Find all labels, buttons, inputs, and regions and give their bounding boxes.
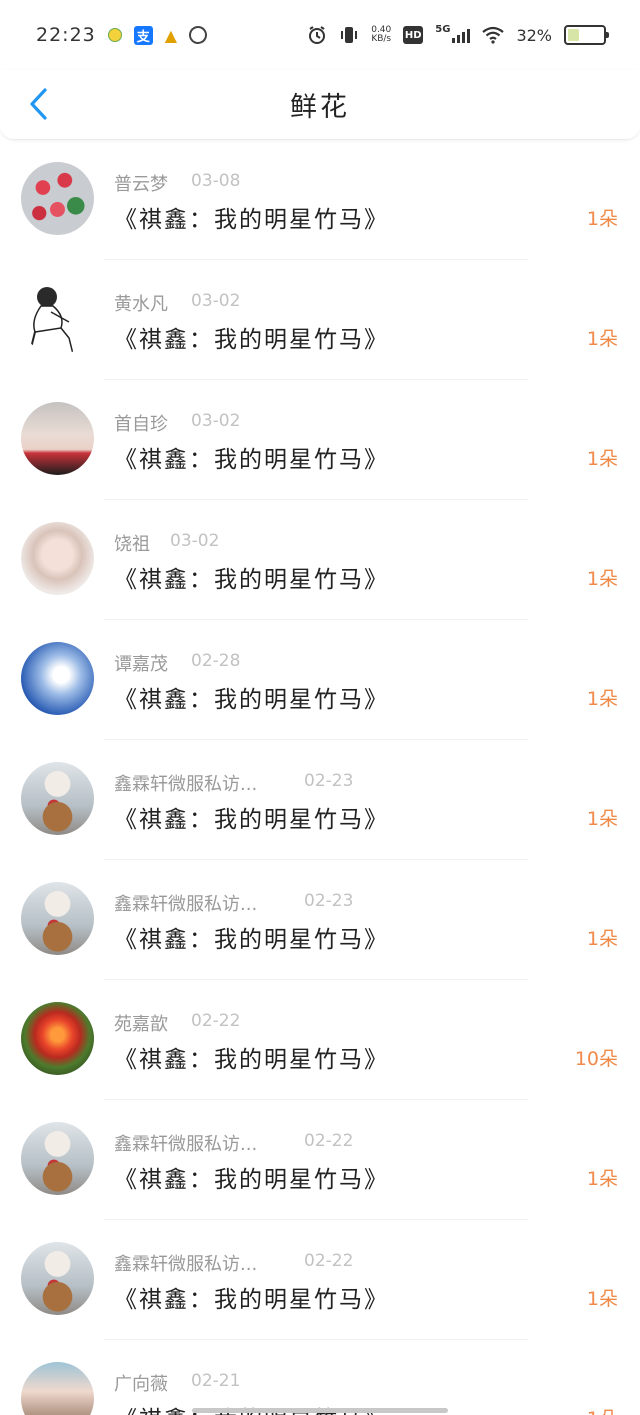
book-title: 《祺鑫：我的明星竹马》: [114, 1287, 389, 1313]
book-title: 《祺鑫：我的明星竹马》: [114, 327, 389, 353]
gift-row[interactable]: 鑫霖轩微服私访... 02-22 《祺鑫：我的明星竹马》 1朵: [0, 1100, 640, 1220]
sketch-avatar[interactable]: [21, 282, 94, 355]
wifi-icon: [482, 26, 505, 44]
battery-level: [568, 29, 579, 41]
gift-date: 03-02: [170, 531, 220, 551]
network-speed-unit: KB/s: [371, 34, 392, 44]
gift-date: 02-21: [191, 1371, 241, 1391]
gift-row[interactable]: 首自珍 03-02 《祺鑫：我的明星竹马》 1朵: [0, 380, 640, 500]
book-title: 《祺鑫：我的明星竹马》: [114, 1167, 389, 1193]
winter-girl-avatar[interactable]: [21, 762, 94, 835]
flower-count: 1朵: [586, 448, 618, 470]
status-bar: 22:23 支 ▲ 0.40 KB/s HD 5G 32%: [0, 0, 640, 70]
gift-row[interactable]: 鑫霖轩微服私访... 02-23 《祺鑫：我的明星竹马》 1朵: [0, 860, 640, 980]
winter-girl-avatar[interactable]: [21, 1242, 94, 1315]
page-title: 鲜花: [290, 92, 350, 123]
flower-count: 1朵: [586, 1168, 618, 1190]
gift-row[interactable]: 普云梦 03-08 《祺鑫：我的明星竹马》 1朵: [0, 140, 640, 260]
gift-date: 02-22: [191, 1011, 241, 1031]
flower-count: 10朵: [574, 1048, 618, 1070]
book-title: 《祺鑫：我的明星竹马》: [114, 207, 389, 233]
network-type: 5G: [435, 23, 451, 35]
warning-icon: ▲: [164, 25, 178, 45]
gift-date: 02-28: [191, 651, 241, 671]
app-notification-icon: [107, 28, 122, 42]
gift-date: 03-02: [191, 291, 241, 311]
giver-name: 广向薇: [114, 1374, 168, 1395]
giver-name: 首自珍: [114, 414, 168, 435]
flower-count: 1朵: [587, 1404, 618, 1415]
gift-date: 02-22: [304, 1131, 354, 1151]
winter-girl-avatar[interactable]: [21, 1122, 94, 1195]
signal-icon: [452, 27, 471, 43]
book-title: 《祺鑫：我的明星竹马》: [114, 687, 389, 713]
giver-name: 鑫霖轩微服私访...: [114, 1254, 258, 1275]
girl-avatar[interactable]: [21, 1362, 94, 1415]
book-title: 《祺鑫：我的明星竹马》: [114, 927, 389, 953]
hd-icon: HD: [403, 26, 424, 44]
gift-date: 02-23: [304, 771, 354, 791]
book-title: 《祺鑫：我的明星竹马》: [114, 447, 389, 473]
chevron-left-icon: [30, 88, 47, 120]
battery-icon: [564, 25, 609, 45]
giver-name: 黄水凡: [114, 294, 168, 315]
home-indicator[interactable]: [192, 1408, 448, 1413]
status-bar-left: 22:23 支 ▲: [36, 22, 211, 48]
winter-girl-avatar[interactable]: [21, 882, 94, 955]
flower-count: 1朵: [586, 208, 618, 230]
battery-percent: 32%: [516, 25, 552, 45]
network-speed: 0.40 KB/s: [371, 26, 391, 44]
giver-name: 谭嘉茂: [114, 654, 168, 675]
book-title: 《祺鑫：我的明星竹马》: [114, 1047, 389, 1073]
back-button[interactable]: [16, 82, 60, 126]
gift-row[interactable]: 鑫霖轩微服私访... 02-23 《祺鑫：我的明星竹马》 1朵: [0, 740, 640, 860]
flower-avatar[interactable]: [21, 1002, 94, 1075]
alarm-icon: [309, 26, 326, 44]
flower-count: 1朵: [586, 808, 618, 830]
gift-row[interactable]: 谭嘉茂 02-28 《祺鑫：我的明星竹马》 1朵: [0, 620, 640, 740]
flowers-screen: 22:23 支 ▲ 0.40 KB/s HD 5G 32% 鲜花 普云梦 03-…: [0, 0, 640, 1415]
book-title: 《祺鑫：我的明星竹马》: [114, 807, 389, 833]
sketch-figure-icon: [30, 287, 74, 355]
blue-avatar[interactable]: [21, 642, 94, 715]
flower-gift-list: 普云梦 03-08 《祺鑫：我的明星竹马》 1朵 黄水凡 03-02 《祺鑫：我…: [0, 140, 640, 1415]
flower-count: 1朵: [586, 688, 618, 710]
status-bar-right: 0.40 KB/s HD 5G 32%: [307, 23, 609, 45]
girl-avatar[interactable]: [21, 522, 94, 595]
giver-name: 苑嘉歆: [114, 1014, 168, 1035]
roses-avatar[interactable]: [21, 162, 94, 235]
gift-date: 02-22: [304, 1251, 354, 1271]
flower-count: 1朵: [586, 1288, 618, 1310]
gift-row[interactable]: 鑫霖轩微服私访... 02-22 《祺鑫：我的明星竹马》 1朵: [0, 1220, 640, 1340]
gift-date: 03-02: [191, 411, 241, 431]
giver-name: 饶祖: [114, 534, 150, 555]
flower-count: 1朵: [586, 568, 618, 590]
giver-name: 鑫霖轩微服私访...: [114, 894, 258, 915]
gift-row[interactable]: 黄水凡 03-02 《祺鑫：我的明星竹马》 1朵: [0, 260, 640, 380]
gift-date: 02-23: [304, 891, 354, 911]
header: 鲜花: [0, 70, 640, 140]
gift-row[interactable]: 广向薇 02-21 《祺鑫：我的明星竹马》 1朵: [0, 1340, 640, 1415]
gift-row[interactable]: 饶祖 03-02 《祺鑫：我的明星竹马》 1朵: [0, 500, 640, 620]
flower-count: 1朵: [586, 928, 618, 950]
gift-date: 03-08: [191, 171, 241, 191]
giver-name: 鑫霖轩微服私访...: [114, 774, 258, 795]
flower-count: 1朵: [586, 328, 618, 350]
gift-row[interactable]: 苑嘉歆 02-22 《祺鑫：我的明星竹马》 10朵: [0, 980, 640, 1100]
giver-name: 普云梦: [114, 174, 168, 195]
link-icon: [185, 22, 211, 48]
status-time: 22:23: [36, 24, 96, 46]
alipay-icon: 支: [133, 25, 153, 45]
book-title: 《祺鑫：我的明星竹马》: [114, 567, 389, 593]
vibrate-icon: [341, 27, 358, 43]
girl-avatar[interactable]: [21, 402, 94, 475]
giver-name: 鑫霖轩微服私访...: [114, 1134, 258, 1155]
